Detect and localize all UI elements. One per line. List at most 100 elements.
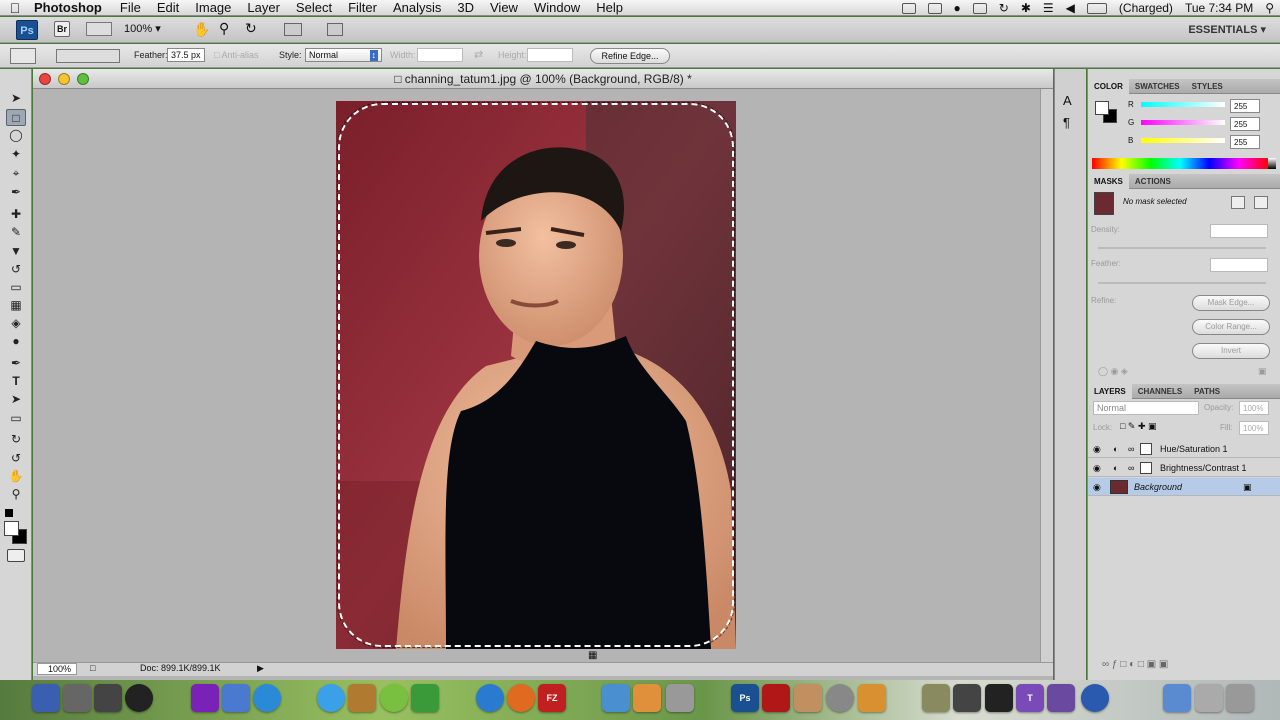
clock[interactable]: Tue 7:34 PM — [1179, 1, 1259, 15]
vector-mask-icon[interactable] — [1254, 196, 1268, 209]
tool-preset-picker[interactable] — [10, 48, 36, 64]
iphoto-icon[interactable] — [794, 684, 822, 712]
volume-icon[interactable]: ◀ — [1060, 1, 1081, 15]
clapper-icon[interactable] — [985, 684, 1013, 712]
density-slider[interactable] — [1098, 247, 1266, 249]
documents-stack-icon[interactable] — [1195, 684, 1223, 712]
app-icon-green[interactable] — [380, 684, 408, 712]
mask-feather-slider[interactable] — [1098, 282, 1266, 284]
camera-icon[interactable] — [896, 1, 922, 15]
lock-icons[interactable]: □ ✎ ✚ ▣ — [1120, 421, 1157, 432]
healing-brush-tool-icon[interactable]: ✚ — [6, 206, 26, 223]
color-spectrum-bar[interactable] — [1092, 158, 1268, 169]
battery-icon[interactable] — [1081, 1, 1113, 15]
swap-dimensions-icon[interactable]: ⇄ — [474, 48, 483, 61]
antialias-checkbox[interactable]: □ Anti-alias — [214, 50, 258, 60]
foreground-color-swatch[interactable] — [4, 521, 19, 536]
visibility-eye-icon[interactable]: ◉ — [1093, 478, 1101, 496]
zoom-tool-icon[interactable]: ⚲ — [6, 486, 26, 503]
layers-footer-icons[interactable]: ∞ ƒ □ ◐ □ ▣ ▣ — [1102, 659, 1168, 670]
tab-color[interactable]: COLOR — [1088, 78, 1129, 94]
app-icon-red[interactable] — [762, 684, 790, 712]
applications-folder-icon[interactable] — [1163, 684, 1191, 712]
mask-feather-input[interactable] — [1210, 258, 1268, 272]
quick-mask-icon[interactable] — [7, 549, 25, 562]
mail-icon[interactable] — [222, 684, 250, 712]
vertical-scrollbar[interactable] — [1040, 89, 1053, 662]
menu-window[interactable]: Window — [526, 0, 588, 16]
spotlight-icon[interactable]: ⚲ — [1259, 1, 1280, 15]
marquee-tool-icon[interactable]: □ — [6, 109, 26, 126]
crop-tool-icon[interactable]: ⌖ — [6, 165, 26, 182]
app-icon-violet[interactable] — [1047, 684, 1075, 712]
view-extras-button[interactable] — [86, 22, 112, 36]
utility-icon[interactable] — [411, 684, 439, 712]
mask-edge-button[interactable]: Mask Edge... — [1192, 295, 1270, 311]
opacity-input[interactable]: 100% — [1239, 401, 1269, 415]
zoom-tool-icon[interactable]: ⚲ — [219, 20, 229, 37]
gradient-tool-icon[interactable]: ▦ — [6, 297, 26, 314]
layer-row-background[interactable]: ◉ Background ▣ — [1088, 478, 1280, 496]
close-window-button[interactable] — [39, 73, 51, 85]
preview-icon[interactable] — [858, 684, 886, 712]
chain-link-icon[interactable]: ∞ — [1128, 440, 1134, 458]
density-input[interactable] — [1210, 224, 1268, 238]
system-preferences-icon[interactable] — [63, 684, 91, 712]
apple-icon[interactable]:  — [0, 0, 30, 16]
app-icon-blue[interactable] — [602, 684, 630, 712]
3d-rotate-tool-icon[interactable]: ↻ — [6, 431, 26, 448]
menu-view[interactable]: View — [482, 0, 526, 16]
tab-layers[interactable]: LAYERS — [1088, 383, 1132, 399]
fill-input[interactable]: 100% — [1239, 421, 1269, 435]
refine-edge-button[interactable]: Refine Edge... — [590, 48, 670, 64]
history-brush-tool-icon[interactable]: ↺ — [6, 261, 26, 278]
path-selection-tool-icon[interactable]: ➤ — [6, 391, 26, 408]
dashboard-icon[interactable] — [125, 684, 153, 712]
printer-icon[interactable] — [666, 684, 694, 712]
screen-icon[interactable] — [922, 1, 948, 15]
rotate-view-icon[interactable]: ↻ — [245, 20, 257, 37]
blue-slider[interactable] — [1141, 138, 1225, 143]
blur-tool-icon[interactable]: ◈ — [6, 315, 26, 332]
layer-row-hue-saturation[interactable]: ◉ ◐ ∞ Hue/Saturation 1 — [1088, 440, 1280, 458]
tab-paths[interactable]: PATHS — [1188, 384, 1226, 399]
user-icon[interactable]: ● — [948, 1, 967, 15]
bluetooth-icon[interactable]: ✱ — [1015, 1, 1037, 15]
width-input[interactable] — [417, 48, 463, 62]
wifi-icon[interactable]: ☰ — [1037, 1, 1060, 15]
shape-tool-icon[interactable]: ▭ — [6, 410, 26, 427]
zoom-window-button[interactable] — [77, 73, 89, 85]
time-machine-icon[interactable]: ↻ — [993, 1, 1015, 15]
finder-icon[interactable] — [32, 684, 60, 712]
status-menu-arrow-icon[interactable]: ▶ — [257, 663, 264, 674]
menu-help[interactable]: Help — [588, 0, 631, 16]
workspace-switcher[interactable]: ESSENTIALS ▾ — [1188, 23, 1266, 36]
dodge-tool-icon[interactable]: ● — [6, 333, 26, 350]
height-input[interactable] — [527, 48, 573, 62]
layer-mask-thumbnail[interactable] — [1140, 443, 1152, 455]
character-panel-icon[interactable]: A — [1063, 93, 1072, 108]
status-preview-icon[interactable]: □ — [90, 663, 95, 673]
menu-layer[interactable]: Layer — [239, 0, 288, 16]
color-foreground-swatch[interactable] — [1095, 101, 1109, 115]
quick-selection-tool-icon[interactable]: ✦ — [6, 146, 26, 163]
chain-link-icon[interactable]: ∞ — [1128, 459, 1134, 477]
default-colors-icon[interactable] — [5, 509, 13, 517]
tab-masks[interactable]: MASKS — [1088, 173, 1129, 189]
menu-select[interactable]: Select — [288, 0, 340, 16]
blend-mode-select[interactable]: Normal — [1093, 401, 1199, 415]
zoom-level-select[interactable]: 100% ▾ — [124, 22, 161, 35]
eyedropper-tool-icon[interactable]: ✒ — [6, 184, 26, 201]
app-icon-purple[interactable] — [191, 684, 219, 712]
invert-button[interactable]: Invert — [1192, 343, 1270, 359]
delete-mask-icon[interactable]: ▣ — [1258, 366, 1267, 377]
menu-3d[interactable]: 3D — [449, 0, 482, 16]
image-canvas[interactable] — [336, 101, 736, 649]
layer-mask-thumbnail[interactable] — [1140, 462, 1152, 474]
load-selection-icon[interactable]: ◯ ◉ ◈ — [1098, 366, 1128, 377]
move-tool-icon[interactable]: ➤ — [6, 90, 26, 107]
garageband-icon[interactable] — [348, 684, 376, 712]
pixel-mask-icon[interactable] — [1231, 196, 1245, 209]
menu-analysis[interactable]: Analysis — [385, 0, 449, 16]
hand-tool-icon[interactable]: ✋ — [193, 21, 210, 38]
